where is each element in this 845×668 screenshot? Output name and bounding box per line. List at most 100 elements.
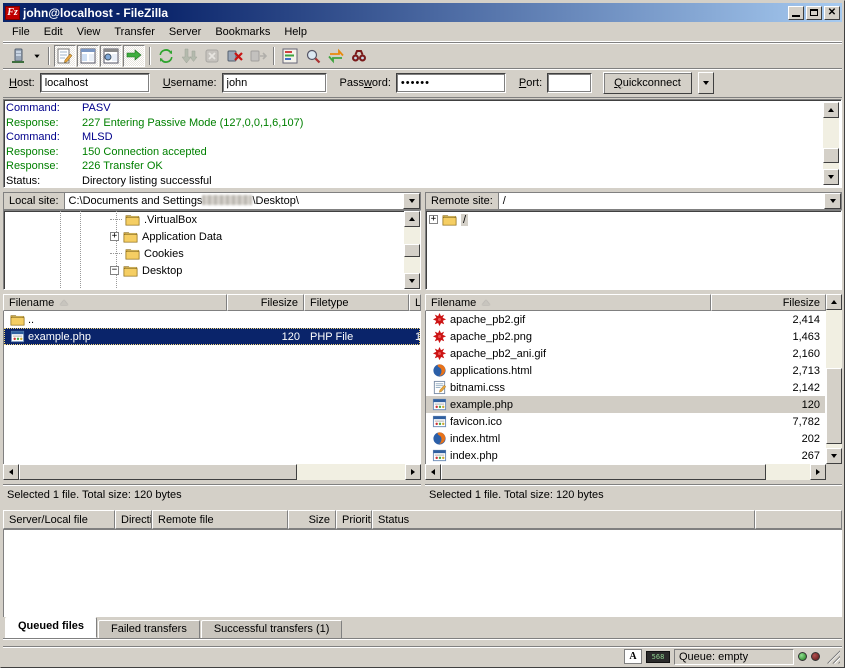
queue-column-server-local-file[interactable]: Server/Local file <box>3 510 115 529</box>
scrollbar-thumb[interactable] <box>441 464 766 480</box>
file-row-bitnami.css[interactable]: bitnami.css2,142 <box>426 379 825 396</box>
queue-column-size[interactable]: Size <box>288 510 336 529</box>
scroll-right-icon[interactable] <box>405 464 421 480</box>
host-input[interactable] <box>40 73 150 93</box>
toggle-queue-icon[interactable] <box>123 45 145 67</box>
scroll-down-icon[interactable] <box>404 273 420 289</box>
menu-item-transfer[interactable]: Transfer <box>107 24 162 40</box>
file-row-apache-pb2.png[interactable]: apache_pb2.png1,463 <box>426 328 825 345</box>
scroll-down-icon[interactable] <box>826 448 842 464</box>
queue-column-remote-file[interactable]: Remote file <box>152 510 288 529</box>
column-header-filesize[interactable]: Filesize <box>711 294 826 311</box>
username-input[interactable] <box>222 73 327 93</box>
file-type <box>305 311 410 328</box>
filter-icon[interactable] <box>279 45 301 67</box>
scroll-right-icon[interactable] <box>810 464 826 480</box>
local-file-list: Filename Filesize Filetype L ..example.p… <box>3 294 421 480</box>
file-row-applications.html[interactable]: applications.html2,713 <box>426 362 825 379</box>
refresh-icon[interactable] <box>155 45 177 67</box>
tree-item-cookies[interactable]: Cookies <box>4 245 420 262</box>
local-hscrollbar[interactable] <box>3 464 421 480</box>
column-header-lastmodified[interactable]: L <box>409 294 421 311</box>
menu-item-bookmarks[interactable]: Bookmarks <box>208 24 277 40</box>
maximize-button[interactable] <box>806 6 822 20</box>
site-manager-dropdown[interactable] <box>30 45 44 67</box>
scrollbar-thumb[interactable] <box>823 148 839 163</box>
tree-item-application-data[interactable]: +Application Data <box>4 228 420 245</box>
quickconnect-dropdown[interactable] <box>698 72 714 94</box>
column-header-filetype[interactable]: Filetype <box>304 294 409 311</box>
scrollbar-thumb[interactable] <box>404 244 420 257</box>
remote-site-combo[interactable]: / <box>498 192 842 210</box>
scroll-up-icon[interactable] <box>823 102 839 118</box>
toolbar-separator <box>273 47 275 65</box>
transfer-type-ascii-icon[interactable]: A <box>624 649 642 664</box>
file-row-..[interactable]: .. <box>4 311 420 328</box>
file-row-apache-pb2-ani.gif[interactable]: apache_pb2_ani.gif2,160 <box>426 345 825 362</box>
menu-item-file[interactable]: File <box>5 24 37 40</box>
queue-column-status[interactable]: Status <box>372 510 755 529</box>
log-scrollbar[interactable] <box>823 102 839 185</box>
toggle-message-log-icon[interactable] <box>54 45 76 67</box>
log-line-text: Directory listing successful <box>82 174 212 188</box>
scroll-down-icon[interactable] <box>823 169 839 185</box>
collapse-minus-icon[interactable]: − <box>110 266 119 275</box>
file-row-index.html[interactable]: index.html202 <box>426 430 825 447</box>
log-line-text: 226 Transfer OK <box>82 159 163 174</box>
queue-column-priority[interactable]: Priority <box>336 510 372 529</box>
remote-hscrollbar[interactable] <box>425 464 826 480</box>
resize-grip[interactable] <box>826 650 840 664</box>
menu-item-server[interactable]: Server <box>162 24 208 40</box>
speed-limit-icon[interactable]: 568 <box>646 651 670 663</box>
toggle-remote-tree-icon[interactable] <box>100 45 122 67</box>
scroll-left-icon[interactable] <box>3 464 19 480</box>
scroll-left-icon[interactable] <box>425 464 441 480</box>
window-title: john@localhost - FileZilla <box>23 6 785 20</box>
column-header-filename[interactable]: Filename <box>3 294 227 311</box>
winfile-icon <box>431 448 447 464</box>
menu-item-edit[interactable]: Edit <box>37 24 70 40</box>
find-files-icon[interactable] <box>348 45 370 67</box>
file-row-index.php[interactable]: index.php267 <box>426 447 825 464</box>
queue-column-empty[interactable] <box>755 510 842 529</box>
expand-plus-icon[interactable]: + <box>429 215 438 224</box>
folder-icon <box>124 246 140 262</box>
local-site-combo[interactable]: C:\Documents and Settings\Desktop\ <box>64 192 421 210</box>
local-tree-scrollbar[interactable] <box>404 211 420 289</box>
site-manager-icon[interactable] <box>7 45 29 67</box>
scroll-up-icon[interactable] <box>826 294 842 310</box>
file-row-favicon.ico[interactable]: favicon.ico7,782 <box>426 413 825 430</box>
tree-item-root[interactable]: +/ <box>426 211 841 228</box>
password-input[interactable] <box>396 73 506 93</box>
menu-item-help[interactable]: Help <box>277 24 314 40</box>
scrollbar-thumb[interactable] <box>19 464 297 480</box>
column-header-filesize[interactable]: Filesize <box>227 294 304 311</box>
tab-successful-transfers-1-[interactable]: Successful transfers (1) <box>201 620 343 638</box>
minimize-button[interactable] <box>788 6 804 20</box>
tree-item--virtualbox[interactable]: .VirtualBox <box>4 211 420 228</box>
tab-queued-files[interactable]: Queued files <box>5 617 97 638</box>
file-size: 2,142 <box>712 379 825 396</box>
synchronized-browsing-icon[interactable] <box>325 45 347 67</box>
close-button[interactable]: ✕ <box>824 6 840 20</box>
file-row-apache-pb2.gif[interactable]: apache_pb2.gif2,414 <box>426 311 825 328</box>
directory-comparison-icon[interactable] <box>302 45 324 67</box>
htmlfile-icon <box>431 363 447 379</box>
toggle-local-tree-icon[interactable] <box>77 45 99 67</box>
disconnect-icon[interactable] <box>224 45 246 67</box>
menu-item-view[interactable]: View <box>70 24 108 40</box>
remote-vscrollbar[interactable] <box>826 294 842 464</box>
scrollbar-thumb[interactable] <box>826 368 842 444</box>
scroll-up-icon[interactable] <box>404 211 420 227</box>
queue-column-directi-[interactable]: Directi... <box>115 510 152 529</box>
expand-plus-icon[interactable]: + <box>110 232 119 241</box>
quickconnect-button[interactable]: Quickconnect <box>603 72 692 94</box>
remote-site-dropdown[interactable] <box>824 193 841 209</box>
file-row-example.php[interactable]: example.php120 <box>426 396 825 413</box>
local-site-dropdown[interactable] <box>403 193 420 209</box>
tab-failed-transfers[interactable]: Failed transfers <box>98 620 200 638</box>
tree-item-desktop[interactable]: −Desktop <box>4 262 420 279</box>
file-row-example.php[interactable]: example.php120PHP File1 <box>4 328 420 345</box>
port-input[interactable] <box>547 73 592 93</box>
column-header-filename[interactable]: Filename <box>425 294 711 311</box>
